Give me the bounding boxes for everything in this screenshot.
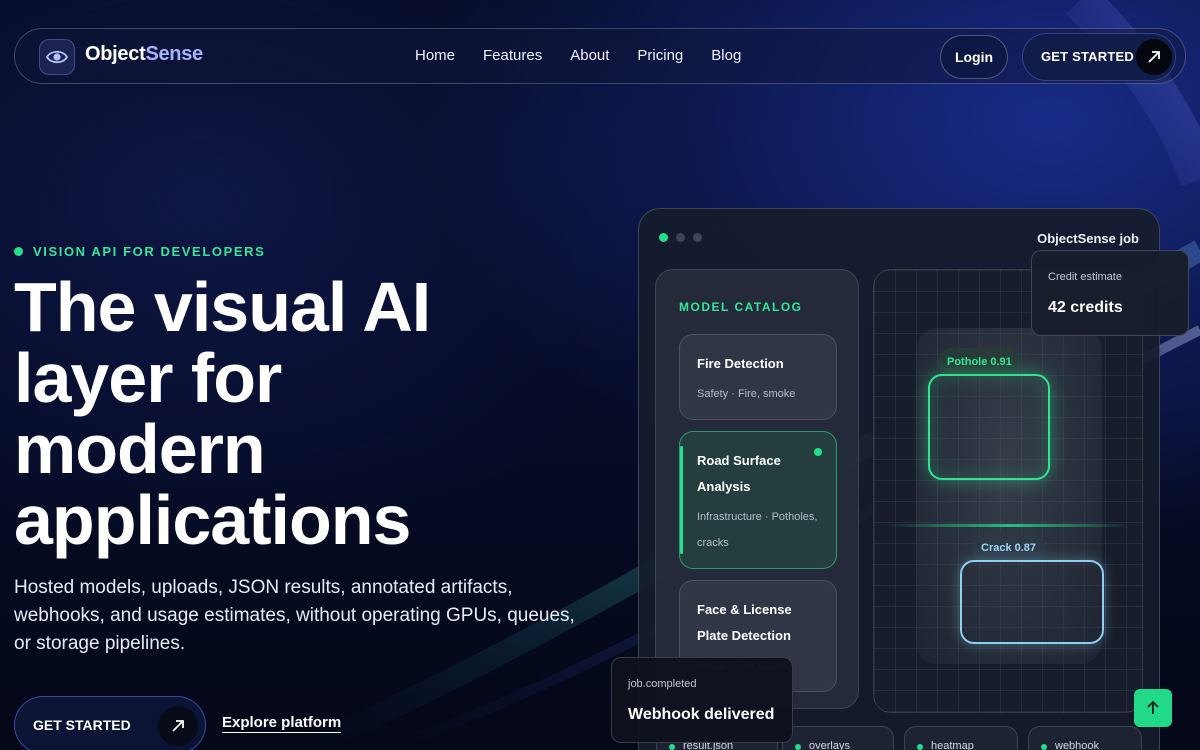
login-button[interactable]: Login	[940, 35, 1008, 79]
model-name: Face & License Plate Detection	[697, 602, 792, 643]
model-card-road-surface-analysis[interactable]: Road Surface Analysis Infrastructure · P…	[679, 431, 837, 569]
detection-label-pothole: Pothole 0.91	[938, 348, 1021, 376]
nav-link-pricing[interactable]: Pricing	[637, 47, 683, 64]
nav-link-home[interactable]: Home	[415, 47, 455, 64]
eye-logo-icon[interactable]	[39, 39, 75, 75]
credit-estimate-value: 42 credits	[1048, 299, 1123, 316]
model-card-fire-detection[interactable]: Fire Detection Safety · Fire, smoke	[679, 334, 837, 420]
detection-box-pothole[interactable]	[928, 374, 1050, 480]
scroll-to-top-button[interactable]	[1134, 689, 1172, 727]
credit-estimate-label: Credit estimate	[1048, 271, 1122, 283]
status-dot-icon	[14, 247, 23, 256]
brand-name-part1: Object	[85, 43, 146, 65]
hero-headline-line-2: layer for	[14, 339, 282, 417]
model-description: Infrastructure · Potholes, cracks	[697, 511, 818, 549]
hero-get-started-label: GET STARTED	[33, 717, 131, 733]
window-dot-active	[659, 233, 668, 242]
hero-eyebrow-text: VISION API FOR DEVELOPERS	[33, 244, 266, 259]
artifact-chip-label: heatmap	[931, 740, 974, 750]
window-dot	[676, 233, 685, 242]
model-catalog-panel: MODEL CATALOG Fire Detection Safety · Fi…	[655, 269, 859, 709]
window-dots	[659, 233, 702, 242]
detection-label-crack: Crack 0.87	[972, 534, 1046, 562]
artifact-chip-heatmap[interactable]: heatmap	[904, 726, 1018, 750]
selected-dot-icon	[814, 448, 822, 456]
arrow-up-right-icon	[158, 706, 198, 746]
nav-links: Home Features About Pricing Blog	[415, 47, 741, 64]
model-name: Road Surface Analysis	[697, 453, 781, 494]
status-dot-icon	[795, 744, 801, 750]
brand-name[interactable]: ObjectSense	[85, 43, 203, 66]
window-dot	[693, 233, 702, 242]
credit-estimate-card: Credit estimate 42 credits	[1031, 250, 1189, 336]
window-title: ObjectSense job	[1037, 231, 1139, 246]
artifact-chip-webhook[interactable]: webhook	[1028, 726, 1142, 750]
nav-link-features[interactable]: Features	[483, 47, 542, 64]
nav-get-started-button[interactable]: GET STARTED	[1022, 33, 1176, 81]
webhook-status-card: job.completed Webhook delivered	[611, 657, 793, 743]
artifact-chip-overlays[interactable]: overlays	[782, 726, 894, 750]
model-name: Fire Detection	[697, 356, 784, 371]
hero-headline: The visual AI layer for modern applicati…	[14, 272, 574, 556]
detection-box-crack[interactable]	[960, 560, 1104, 644]
artifact-chip-label: overlays	[809, 740, 850, 750]
arrow-up-right-icon	[1136, 39, 1172, 75]
hero-subtext: Hosted models, uploads, JSON results, an…	[14, 577, 575, 654]
model-catalog-title: MODEL CATALOG	[679, 300, 803, 314]
arrow-up-icon	[1147, 700, 1159, 714]
hero-headline-line-1: The visual AI	[14, 268, 431, 346]
brand-name-part2: Sense	[145, 43, 203, 65]
hero-eyebrow: VISION API FOR DEVELOPERS	[14, 244, 265, 259]
hero-get-started-button[interactable]: GET STARTED	[14, 696, 206, 750]
status-dot-icon	[669, 744, 675, 750]
artifact-chip-label: webhook	[1055, 740, 1100, 750]
nav-get-started-label: GET STARTED	[1041, 49, 1134, 64]
status-dot-icon	[1041, 744, 1047, 750]
nav-link-about[interactable]: About	[570, 47, 609, 64]
nav-link-blog[interactable]: Blog	[711, 47, 741, 64]
top-navigation: ObjectSense Home Features About Pricing …	[14, 28, 1186, 84]
webhook-status-value: Webhook delivered	[628, 706, 775, 723]
explore-platform-link[interactable]: Explore platform	[222, 714, 342, 733]
scan-line	[886, 524, 1132, 527]
hero-headline-line-3: modern	[14, 410, 266, 488]
hero-headline-line-4: applications	[14, 481, 411, 559]
model-description: Safety · Fire, smoke	[697, 388, 796, 400]
webhook-event-label: job.completed	[628, 678, 697, 690]
status-dot-icon	[917, 744, 923, 750]
